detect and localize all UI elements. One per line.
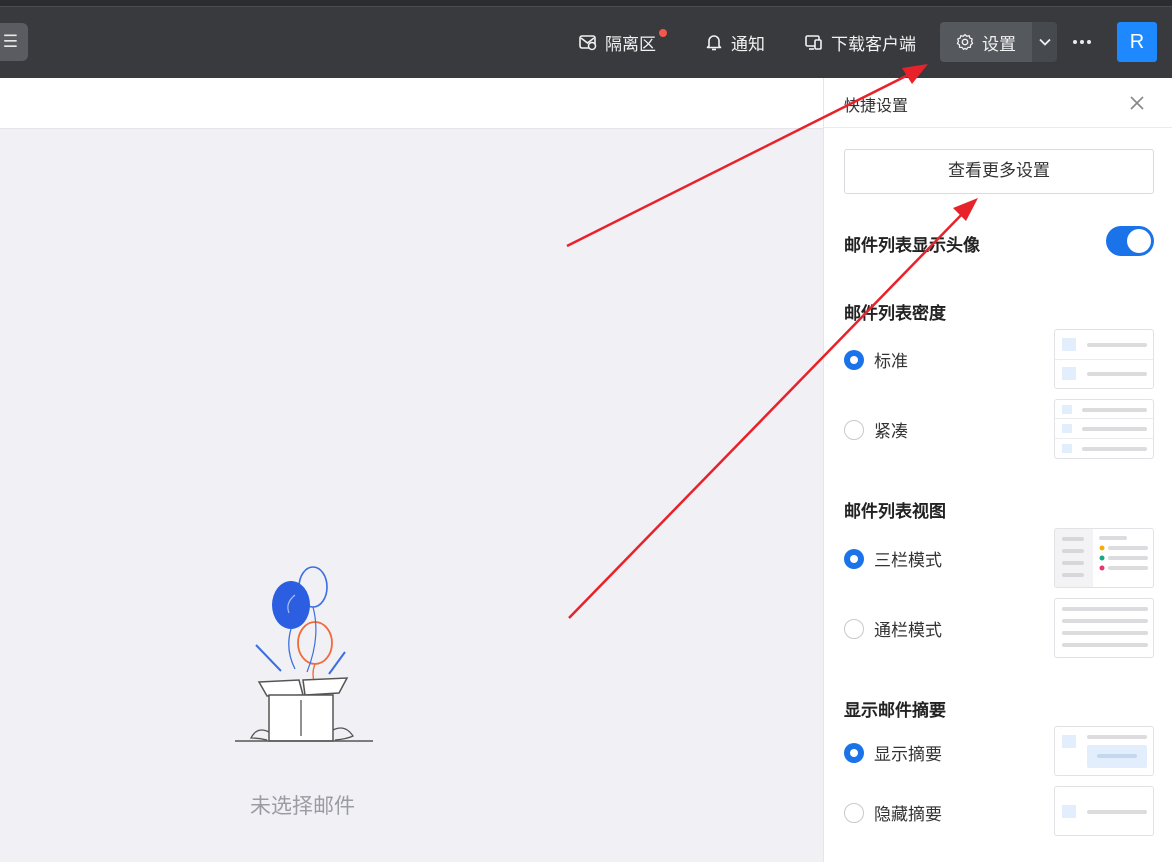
avatar-toggle-switch[interactable] [1106,226,1154,256]
devices-icon [805,35,822,50]
empty-state-text: 未选择邮件 [250,794,355,818]
density-standard-preview[interactable] [1054,329,1154,389]
quarantine-badge-dot [659,29,667,37]
density-option-standard[interactable]: 标准 [844,347,908,372]
density-title: 邮件列表密度 [844,304,946,324]
compact-list-preview-icon [1055,405,1153,453]
quick-settings-panel: 快捷设置 查看更多设置 邮件列表显示头像 邮件列表密度 标准 紧凑 邮件列表视图… [823,78,1172,862]
view-option-full-width[interactable]: 通栏模式 [844,616,942,641]
quarantine-mail-icon [579,35,597,51]
download-label: 下载客户端 [831,34,916,55]
window-edge [0,0,1172,7]
settings-label: 设置 [982,34,1016,55]
view-three-column-preview[interactable] [1054,528,1154,588]
more-dot-icon [1087,40,1091,44]
density-option-label: 标准 [874,352,908,372]
radio-selected[interactable] [844,349,864,370]
panel-title: 快捷设置 [844,96,909,115]
density-option-label: 紧凑 [874,422,908,442]
show-summary-preview-icon [1062,735,1147,768]
three-column-preview-icon [1055,529,1148,587]
quarantine-button[interactable]: 隔离区 [578,26,656,58]
settings-dropdown-button[interactable] [1032,22,1057,62]
empty-gift-box-illustration [235,566,373,742]
more-button[interactable] [1068,26,1096,58]
avatar-toggle-label: 邮件列表显示头像 [844,236,980,256]
summary-hide-preview[interactable] [1054,786,1154,836]
sliders-icon: ☰ [2,32,18,52]
full-width-preview-icon [1062,607,1148,647]
filter-button[interactable]: ☰ [0,23,28,61]
user-avatar[interactable]: R [1117,22,1157,62]
view-title: 邮件列表视图 [844,502,946,522]
summary-option-label: 显示摘要 [874,745,942,765]
top-bar: ☰ 隔离区 通知 下载客户端 设置 R [0,0,1172,78]
gear-icon [956,33,974,51]
view-option-three-column[interactable]: 三栏模式 [844,546,942,571]
radio-unselected[interactable] [844,419,864,440]
more-dot-icon [1073,40,1077,44]
view-full-width-preview[interactable] [1054,598,1154,658]
summary-option-hide[interactable]: 隐藏摘要 [844,800,942,825]
radio-selected[interactable] [844,548,864,569]
more-dot-icon [1080,40,1084,44]
mail-list-header [0,78,823,129]
notify-label: 通知 [731,34,765,55]
settings-button[interactable]: 设置 [940,22,1032,62]
standard-list-preview-icon [1055,338,1153,380]
hide-summary-preview-icon [1062,805,1147,818]
notify-button[interactable]: 通知 [704,26,765,58]
bell-icon [706,35,722,51]
summary-show-preview[interactable] [1054,726,1154,776]
radio-selected[interactable] [844,742,864,763]
mail-preview-empty [0,129,823,862]
radio-unselected[interactable] [844,802,864,823]
summary-option-label: 隐藏摘要 [874,805,942,825]
quarantine-label: 隔离区 [605,34,656,55]
density-option-compact[interactable]: 紧凑 [844,417,908,442]
toggle-knob [1127,229,1151,253]
close-icon[interactable] [1127,93,1147,113]
summary-option-show[interactable]: 显示摘要 [844,740,942,765]
view-option-label: 通栏模式 [874,621,942,641]
view-more-settings-button[interactable]: 查看更多设置 [844,149,1154,194]
density-compact-preview[interactable] [1054,399,1154,459]
view-option-label: 三栏模式 [874,551,942,571]
download-client-button[interactable]: 下载客户端 [804,26,916,58]
panel-header: 快捷设置 [824,78,1172,128]
summary-title: 显示邮件摘要 [844,701,946,721]
radio-unselected[interactable] [844,618,864,639]
chevron-down-icon [1038,38,1051,46]
